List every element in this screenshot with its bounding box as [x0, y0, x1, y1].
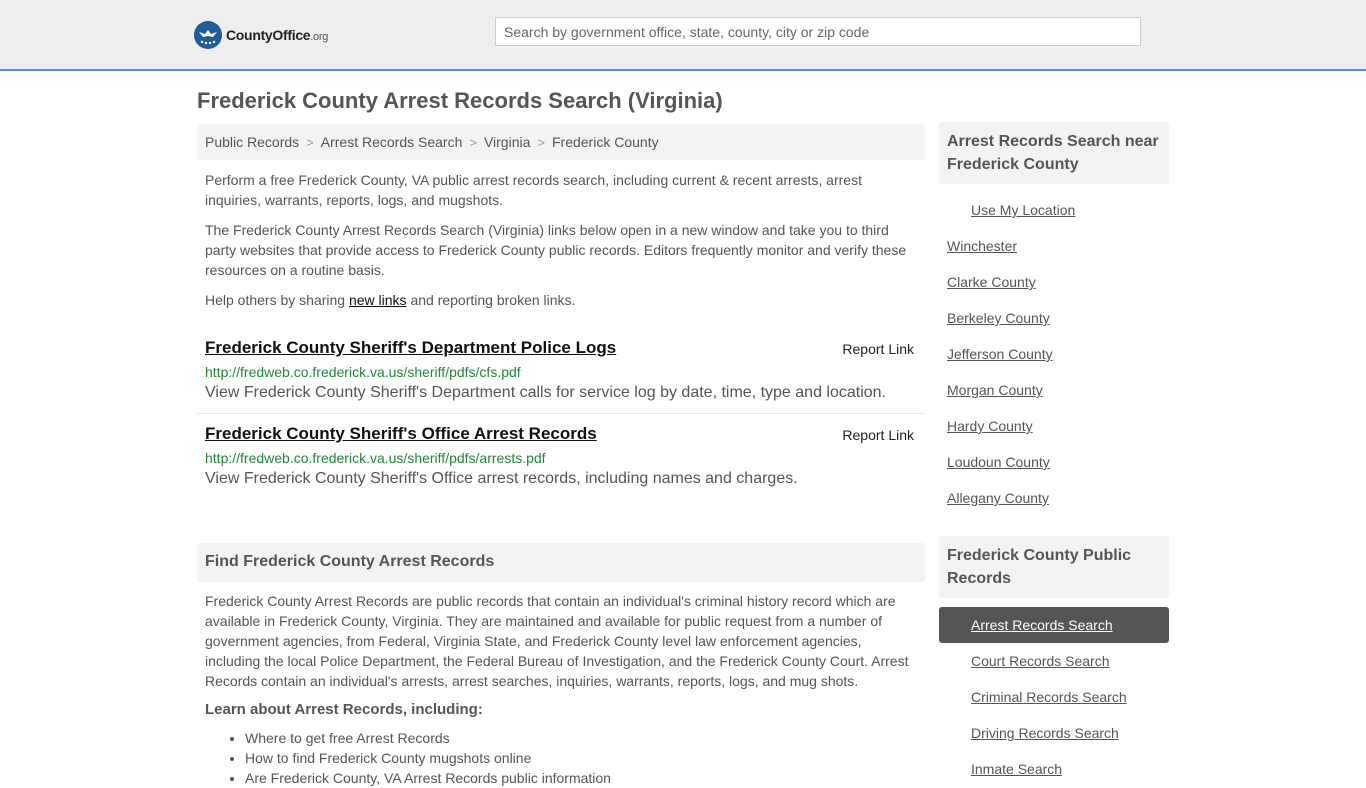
public-records-list: Arrest Records Search Court Records Sear…	[939, 607, 1169, 787]
chevron-right-icon: >	[537, 134, 545, 150]
list-item: Frederick County Sheriff's Office Arrest…	[197, 414, 925, 499]
chevron-right-icon: >	[306, 134, 314, 150]
resource-link-title[interactable]: Frederick County Sheriff's Department Po…	[205, 338, 616, 358]
report-link-button[interactable]: Report Link	[842, 341, 914, 357]
sidebar-item-driving-records-search: Driving Records Search	[971, 725, 1119, 741]
resource-description: View Frederick County Sheriff's Departme…	[205, 384, 886, 401]
list-item: Are Frederick County, VA Arrest Records …	[245, 768, 925, 788]
intro-paragraph-3: Help others by sharing new links and rep…	[205, 292, 576, 308]
sidebar-item-arrest-records-search: Arrest Records Search	[939, 607, 1169, 643]
sidebar: Arrest Records Search near Frederick Cou…	[939, 122, 1169, 787]
sidebar-item-winchester: Winchester	[947, 238, 1018, 254]
sidebar-item-morgan-county: Morgan County	[947, 382, 1043, 398]
breadcrumb-frederick-county[interactable]: Frederick County	[552, 134, 659, 150]
sidebar-item-clarke-county: Clarke County	[947, 274, 1036, 290]
sidebar-item-loudoun-county: Loudoun County	[947, 454, 1050, 470]
sidebar-item-criminal-records-search: Criminal Records Search	[971, 689, 1127, 705]
report-link-button[interactable]: Report Link	[842, 427, 914, 443]
intro-paragraph-2: The Frederick County Arrest Records Sear…	[205, 222, 907, 278]
eagle-seal-icon	[194, 21, 222, 49]
breadcrumb: Public Records > Arrest Records Search >…	[197, 124, 925, 160]
list-item: How to find Frederick County mugshots on…	[245, 748, 925, 768]
resource-link-title[interactable]: Frederick County Sheriff's Office Arrest…	[205, 424, 597, 444]
site-header: CountyOffice.org	[0, 0, 1366, 71]
sidebar-item-allegany-county: Allegany County	[947, 490, 1049, 506]
search-input[interactable]	[495, 17, 1141, 46]
new-links-link[interactable]: new links	[349, 292, 407, 308]
nearby-heading: Arrest Records Search near Frederick Cou…	[939, 122, 1169, 184]
learn-list: Where to get free Arrest Records How to …	[197, 728, 925, 788]
breadcrumb-public-records[interactable]: Public Records	[205, 134, 299, 150]
sidebar-item-use-my-location: Use My Location	[971, 202, 1076, 218]
site-logo[interactable]: CountyOffice.org	[194, 20, 328, 50]
nearby-list: Use My Location Winchester Clarke County…	[939, 192, 1169, 516]
page-title: Frederick County Arrest Records Search (…	[197, 88, 723, 113]
breadcrumb-virginia[interactable]: Virginia	[484, 134, 530, 150]
sidebar-item-jefferson-county: Jefferson County	[947, 346, 1053, 362]
breadcrumb-arrest-records-search[interactable]: Arrest Records Search	[321, 134, 463, 150]
intro-text: Perform a free Frederick County, VA publ…	[197, 170, 925, 310]
find-records-heading: Find Frederick County Arrest Records	[197, 543, 925, 582]
sidebar-item-berkeley-county: Berkeley County	[947, 310, 1050, 326]
list-item: Where to get free Arrest Records	[245, 728, 925, 748]
public-records-heading: Frederick County Public Records	[939, 536, 1169, 598]
sidebar-item-court-records-search: Court Records Search	[971, 653, 1110, 669]
resource-url: http://fredweb.co.frederick.va.us/sherif…	[205, 364, 521, 380]
resource-description: View Frederick County Sheriff's Office a…	[205, 470, 798, 487]
logo-wordmark: CountyOffice.org	[226, 27, 329, 43]
chevron-right-icon: >	[469, 134, 477, 150]
learn-heading: Learn about Arrest Records, including:	[205, 701, 483, 718]
sidebar-item-hardy-county: Hardy County	[947, 418, 1033, 434]
sidebar-item-inmate-search: Inmate Search	[971, 761, 1063, 777]
resource-url: http://fredweb.co.frederick.va.us/sherif…	[205, 450, 546, 466]
intro-paragraph-1: Perform a free Frederick County, VA publ…	[205, 172, 862, 208]
main-content: Public Records > Arrest Records Search >…	[197, 124, 925, 788]
find-records-body: Frederick County Arrest Records are publ…	[205, 593, 909, 689]
list-item: Frederick County Sheriff's Department Po…	[197, 328, 925, 414]
